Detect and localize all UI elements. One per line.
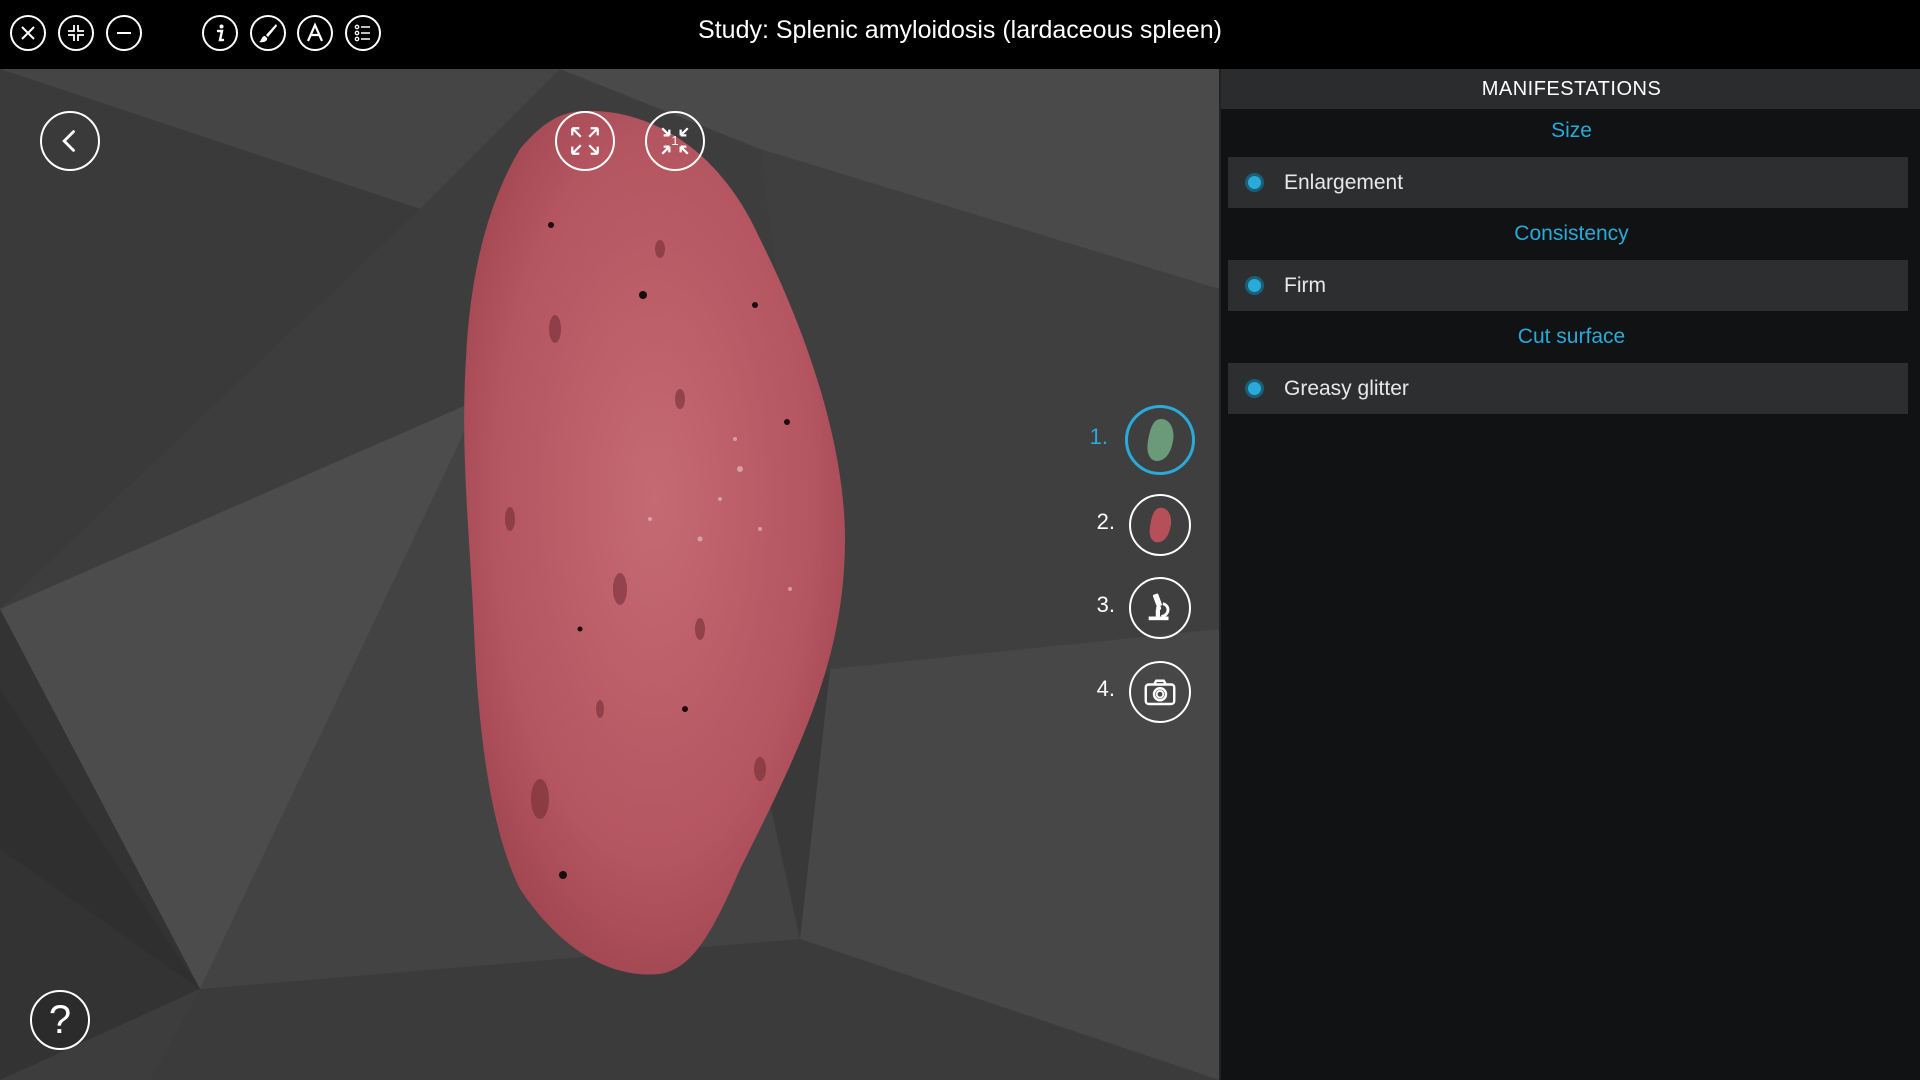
manifestation-item[interactable]: Firm bbox=[1228, 260, 1908, 311]
minimize-button[interactable] bbox=[106, 15, 142, 51]
spleen-green-icon bbox=[1147, 419, 1174, 461]
bullet-icon bbox=[1245, 173, 1264, 192]
manifestation-item[interactable]: Greasy glitter bbox=[1228, 363, 1908, 414]
section-title-cut-surface: Cut surface bbox=[1517, 325, 1626, 348]
letter-a-icon bbox=[306, 22, 324, 42]
step-3-button[interactable] bbox=[1129, 577, 1191, 639]
expand-icon bbox=[571, 127, 599, 155]
step-4-button[interactable] bbox=[1129, 661, 1191, 723]
step-3-label: 3. bbox=[1096, 592, 1115, 617]
chevron-left-icon bbox=[62, 130, 75, 152]
help-button[interactable]: ? bbox=[30, 990, 90, 1050]
minus-icon bbox=[117, 32, 131, 34]
manifestation-label: Greasy glitter bbox=[1284, 376, 1409, 400]
manifestations-panel: MANIFESTATIONS Size Enlargement Consiste… bbox=[1219, 69, 1920, 1080]
compress-button[interactable] bbox=[58, 15, 94, 51]
fullscreen-button[interactable] bbox=[555, 111, 615, 171]
bullet-icon bbox=[1245, 276, 1264, 295]
section-title-consistency: Consistency bbox=[1514, 222, 1629, 245]
close-button[interactable] bbox=[10, 15, 46, 51]
manifestation-label: Firm bbox=[1284, 273, 1326, 297]
window-title: Study: Splenic amyloidosis (lardaceous s… bbox=[698, 16, 1222, 44]
help-icon: ? bbox=[48, 997, 72, 1042]
info-button[interactable] bbox=[202, 15, 238, 51]
section-title-size: Size bbox=[1551, 119, 1592, 142]
manifestation-item[interactable]: Enlargement bbox=[1228, 157, 1908, 208]
close-icon bbox=[21, 26, 35, 40]
specimen-viewport[interactable]: 1 1. 2. 3. 4. bbox=[0, 69, 1219, 1080]
top-bar: Study: Splenic amyloidosis (lardaceous s… bbox=[0, 0, 1920, 69]
brush-button[interactable] bbox=[250, 15, 286, 51]
spleen-red-icon bbox=[1149, 507, 1172, 543]
compress-icon bbox=[68, 25, 84, 41]
step-2-label: 2. bbox=[1096, 509, 1115, 534]
background-surface bbox=[0, 69, 1219, 1080]
step-2-button[interactable] bbox=[1129, 494, 1191, 556]
panel-header: MANIFESTATIONS bbox=[1221, 69, 1920, 109]
fit-view-badge: 1 bbox=[671, 133, 679, 148]
back-button[interactable] bbox=[40, 111, 100, 171]
manifestation-label: Enlargement bbox=[1284, 170, 1404, 194]
microscope-icon bbox=[1148, 593, 1170, 621]
step-1-label: 1. bbox=[1089, 424, 1108, 449]
bullet-icon bbox=[1245, 379, 1264, 398]
fit-view-button[interactable]: 1 bbox=[645, 111, 705, 171]
camera-icon bbox=[1144, 679, 1176, 706]
brush-icon bbox=[259, 24, 277, 43]
list-button[interactable] bbox=[345, 15, 381, 51]
labels-button[interactable] bbox=[297, 15, 333, 51]
info-icon bbox=[216, 24, 225, 42]
step-1-button[interactable] bbox=[1125, 405, 1195, 475]
step-4-label: 4. bbox=[1096, 676, 1115, 701]
list-icon bbox=[354, 24, 370, 42]
